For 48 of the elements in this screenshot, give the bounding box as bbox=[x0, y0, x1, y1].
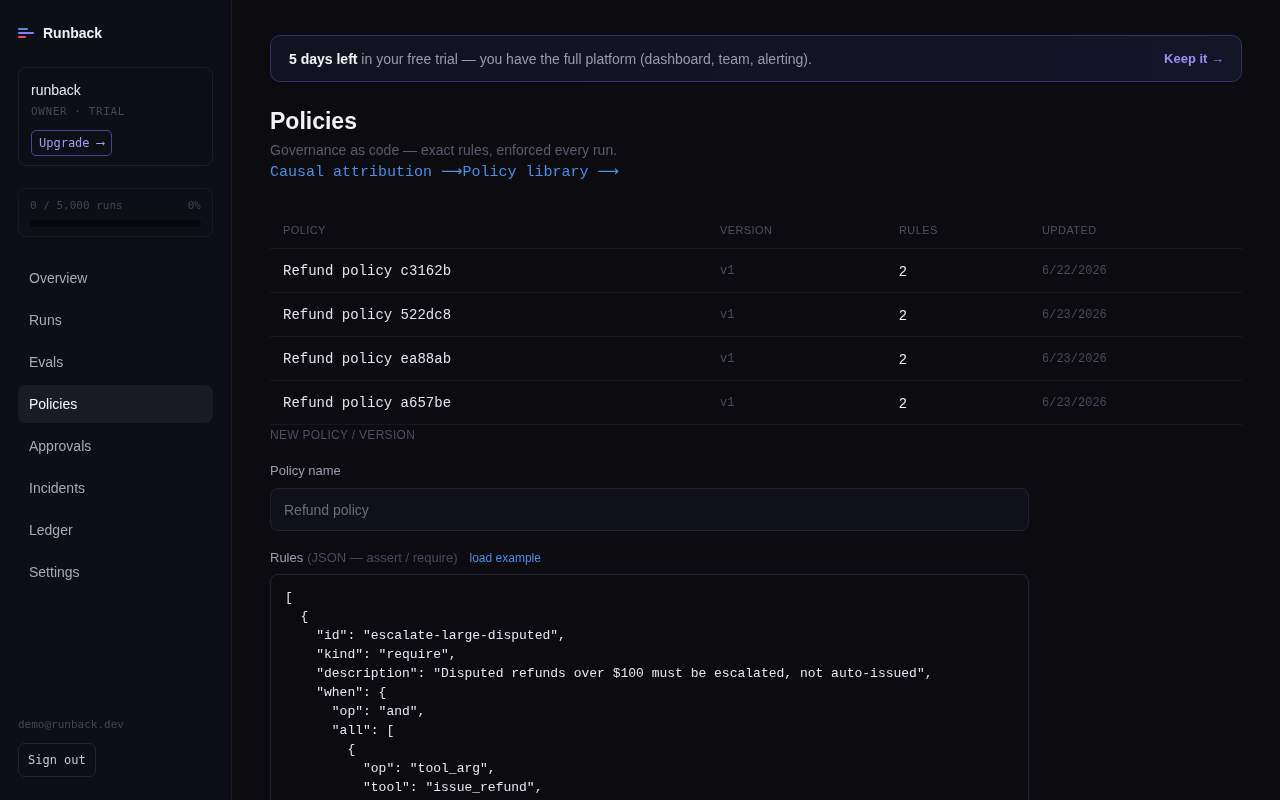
nav-item[interactable]: Overview bbox=[18, 259, 213, 297]
user-email: demo@runback.dev bbox=[18, 718, 125, 732]
logo-bars-icon bbox=[18, 28, 34, 38]
nav-item[interactable]: Runs bbox=[18, 301, 213, 339]
updated-date-cell-text: 6/22/2026 bbox=[1041, 263, 1108, 278]
rules-json-field[interactable]: [ { "id": "escalate-large-disputed", "kind": "require", "description": "Disputed refunds over $100 must be escalated, not auto-issued", "when": { "op": "and", "all": [ { "op": "tool_arg", "tool": "issue_refund", bbox=[270, 574, 1029, 800]
page-link[interactable]: Policy library ⟶ bbox=[462, 163, 620, 183]
rules-count-cell-text: 2 bbox=[898, 350, 908, 367]
page-link[interactable]: Causal attribution ⟶ bbox=[270, 163, 463, 183]
section-title: NEW POLICY / VERSION bbox=[270, 427, 417, 443]
org-role: OWNER · TRIAL bbox=[31, 105, 125, 119]
version-cell-text: v1 bbox=[719, 307, 736, 322]
nav-item[interactable]: Approvals bbox=[18, 427, 213, 465]
rules-count-cell-text: 2 bbox=[898, 394, 908, 411]
sign-out-button[interactable]: Sign out bbox=[18, 743, 96, 777]
field-hint: (JSON — assert / require) bbox=[307, 549, 458, 567]
org-name: runback bbox=[31, 81, 81, 99]
policy-name-field[interactable]: Refund policy bbox=[270, 488, 1029, 531]
column-header: VERSION bbox=[719, 224, 774, 236]
policy-name-cell-text: Refund policy a657be bbox=[282, 394, 453, 411]
policy-name-cell-text: Refund policy ea88ab bbox=[282, 350, 453, 367]
upgrade-button[interactable]: Upgrade ⟶ bbox=[31, 130, 113, 156]
column-header: POLICY bbox=[282, 224, 327, 236]
updated-date-cell-text: 6/23/2026 bbox=[1041, 351, 1108, 366]
trial-banner-text: 5 days left in your free trial — you have the full platform (dashboard, team, alerting). bbox=[289, 50, 812, 67]
version-cell-text: v1 bbox=[719, 351, 736, 366]
version-cell-text: v1 bbox=[719, 395, 736, 410]
policy-name-cell-text: Refund policy c3162b bbox=[282, 262, 453, 279]
nav-item[interactable]: Settings bbox=[18, 553, 213, 591]
field-label: Policy name bbox=[270, 462, 342, 480]
rules-count-cell-text: 2 bbox=[898, 306, 908, 323]
field-label: Rules bbox=[270, 549, 304, 567]
nav-item[interactable]: Incidents bbox=[18, 469, 213, 507]
column-header: RULES bbox=[898, 224, 939, 236]
brand-name: Runback bbox=[43, 24, 103, 42]
nav-item[interactable]: Ledger bbox=[18, 511, 213, 549]
column-header: UPDATED bbox=[1041, 224, 1098, 236]
page-subtitle: Governance as code — exact rules, enforced every run. bbox=[270, 141, 619, 160]
policy-name-cell-text: Refund policy 522dc8 bbox=[282, 306, 453, 323]
updated-date-cell-text: 6/23/2026 bbox=[1041, 307, 1108, 322]
nav-item[interactable]: Evals bbox=[18, 343, 213, 381]
version-cell-text: v1 bbox=[719, 263, 736, 278]
page-title: Policies bbox=[270, 107, 358, 136]
updated-date-cell-text: 6/23/2026 bbox=[1041, 395, 1108, 410]
keep-it-link[interactable]: Keep it → bbox=[1164, 51, 1224, 66]
nav-item[interactable]: Policies bbox=[18, 385, 213, 423]
rules-count-cell-text: 2 bbox=[898, 262, 908, 279]
load-example-link[interactable]: load example bbox=[469, 549, 541, 567]
